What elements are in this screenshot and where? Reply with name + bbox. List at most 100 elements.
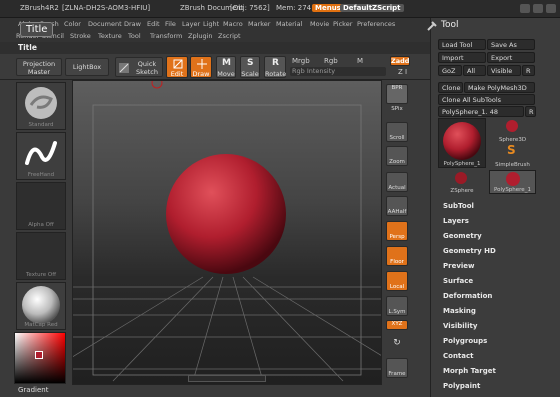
- projection-master-button[interactable]: Projection Master: [16, 58, 62, 76]
- menu-layer[interactable]: Layer: [182, 20, 200, 28]
- material-caption: MatCap Red: [24, 322, 58, 328]
- rgb-intensity-slider[interactable]: Rgb Intensity: [290, 67, 386, 76]
- aahalf-label: AAHalf: [387, 209, 407, 215]
- menu-transform[interactable]: Transform: [150, 32, 182, 40]
- default-zscript-button[interactable]: DefaultZScript: [340, 4, 404, 12]
- aahalf-button[interactable]: AAHalf: [386, 196, 408, 216]
- menu-material[interactable]: Material: [276, 20, 302, 28]
- rotate-axis-icon[interactable]: ↻: [386, 338, 408, 350]
- floor-button[interactable]: Floor: [386, 246, 408, 266]
- hammer-icon: [427, 21, 437, 31]
- frame-button[interactable]: Frame: [386, 358, 408, 378]
- export-button[interactable]: Export: [487, 52, 535, 63]
- lsym-button[interactable]: L.Sym: [386, 296, 408, 316]
- menu-file[interactable]: File: [165, 20, 176, 28]
- menu-marker[interactable]: Marker: [248, 20, 270, 28]
- menu-stroke[interactable]: Stroke: [70, 32, 91, 40]
- tool-thumb-polysphere-2[interactable]: PolySphere_1: [489, 170, 536, 194]
- standard-brush-icon: [25, 87, 57, 119]
- menu-macro[interactable]: Macro: [223, 20, 243, 28]
- move-icon: M: [222, 58, 231, 68]
- bpr-button[interactable]: BPR: [386, 84, 408, 104]
- tool-thumb-simplebrush[interactable]: S SimpleBrush: [489, 143, 536, 168]
- subpalette-geometry-hd[interactable]: Geometry HD: [443, 247, 496, 255]
- subpalette-subtool[interactable]: SubTool: [443, 202, 474, 210]
- spix-slider[interactable]: SPix: [386, 106, 408, 118]
- menu-zscript[interactable]: Zscript: [218, 32, 241, 40]
- menu-picker[interactable]: Picker: [333, 20, 352, 28]
- draw-icon: [197, 59, 207, 69]
- scale-button[interactable]: S Scale: [240, 56, 260, 78]
- tool-thumb-zsphere[interactable]: ZSphere: [438, 170, 486, 194]
- load-tool-button[interactable]: Load Tool: [438, 39, 486, 50]
- menu-draw[interactable]: Draw: [124, 20, 141, 28]
- r-button[interactable]: R: [522, 65, 535, 76]
- subpalette-polygroups[interactable]: Polygroups: [443, 337, 487, 345]
- menu-zplugin[interactable]: Zplugin: [188, 32, 213, 40]
- menu-light[interactable]: Light: [203, 20, 219, 28]
- import-button[interactable]: Import: [438, 52, 486, 63]
- alpha-thumbnail[interactable]: Alpha Off: [16, 182, 66, 230]
- goz-button[interactable]: GoZ: [438, 65, 462, 76]
- minimize-icon[interactable]: [520, 4, 530, 13]
- tool-thumb-sphere3d[interactable]: Sphere3D: [489, 118, 536, 143]
- tool-thumb-polysphere[interactable]: PolySphere_1: [438, 118, 486, 168]
- frame-label: Frame: [388, 371, 406, 377]
- rgb-intensity-label: Rgb Intensity: [292, 67, 336, 75]
- lightbox-button[interactable]: LightBox: [65, 58, 109, 76]
- menu-movie[interactable]: Movie: [310, 20, 329, 28]
- persp-button[interactable]: Persp: [386, 221, 408, 241]
- menu-tool[interactable]: Tool: [128, 32, 141, 40]
- move-button[interactable]: M Move: [216, 56, 236, 78]
- menu-preferences[interactable]: Preferences: [357, 20, 395, 28]
- canvas-viewport[interactable]: [72, 80, 382, 385]
- subpalette-polypaint[interactable]: Polypaint: [443, 382, 480, 390]
- local-button[interactable]: Local: [386, 271, 408, 291]
- m-toggle[interactable]: M: [357, 57, 363, 65]
- all-button[interactable]: All: [463, 65, 486, 76]
- rgb-toggle[interactable]: Rgb: [324, 57, 338, 65]
- obj-info: [Obj: 7562]: [230, 4, 270, 12]
- current-tool-r-button[interactable]: R: [525, 106, 536, 117]
- zadd-button[interactable]: Zadd: [390, 56, 410, 66]
- material-thumbnail[interactable]: MatCap Red: [16, 282, 66, 330]
- clone-button[interactable]: Clone: [438, 82, 463, 93]
- subpalette-morph-target[interactable]: Morph Target: [443, 367, 496, 375]
- mrgb-toggle[interactable]: Mrgb: [292, 57, 310, 65]
- edit-button[interactable]: Edit: [166, 56, 188, 78]
- current-tool-slider[interactable]: PolySphere_1. 48: [438, 106, 524, 117]
- save-as-button[interactable]: Save As: [487, 39, 535, 50]
- subpalette-deformation[interactable]: Deformation: [443, 292, 492, 300]
- quick-sketch-button[interactable]: Quick Sketch: [115, 57, 163, 77]
- draw-button[interactable]: Draw: [190, 56, 212, 78]
- subpalette-masking[interactable]: Masking: [443, 307, 476, 315]
- xyz-button[interactable]: XYZ: [386, 320, 408, 330]
- scroll-button[interactable]: Scroll: [386, 122, 408, 142]
- stroke-thumbnail[interactable]: FreeHand: [16, 132, 66, 180]
- color-picker-cursor[interactable]: [35, 351, 43, 359]
- rotate-button[interactable]: R Rotate: [264, 56, 286, 78]
- menu-document[interactable]: Document: [88, 20, 122, 28]
- make-polymesh3d-button[interactable]: Make PolyMesh3D: [464, 82, 535, 93]
- brush-thumbnail[interactable]: Standard: [16, 82, 66, 130]
- subpalette-surface[interactable]: Surface: [443, 277, 473, 285]
- subpalette-visibility[interactable]: Visibility: [443, 322, 477, 330]
- color-picker[interactable]: [14, 332, 66, 384]
- subpalette-contact[interactable]: Contact: [443, 352, 474, 360]
- gradient-label: Gradient: [18, 386, 49, 394]
- menu-edit[interactable]: Edit: [147, 20, 160, 28]
- horizontal-scrollbar[interactable]: [188, 375, 266, 382]
- subpalette-preview[interactable]: Preview: [443, 262, 475, 270]
- subpalette-geometry[interactable]: Geometry: [443, 232, 482, 240]
- subpalette-layers[interactable]: Layers: [443, 217, 469, 225]
- clone-all-subtools-button[interactable]: Clone All SubTools: [438, 94, 535, 105]
- visible-button[interactable]: Visible: [487, 65, 521, 76]
- polysphere-model[interactable]: [166, 154, 286, 274]
- texture-thumbnail[interactable]: Texture Off: [16, 232, 66, 280]
- zoom-button[interactable]: Zoom: [386, 146, 408, 166]
- menu-texture[interactable]: Texture: [98, 32, 122, 40]
- close-icon[interactable]: [546, 4, 556, 13]
- actual-button[interactable]: Actual: [386, 172, 408, 192]
- menu-color[interactable]: Color: [64, 20, 81, 28]
- maximize-icon[interactable]: [533, 4, 543, 13]
